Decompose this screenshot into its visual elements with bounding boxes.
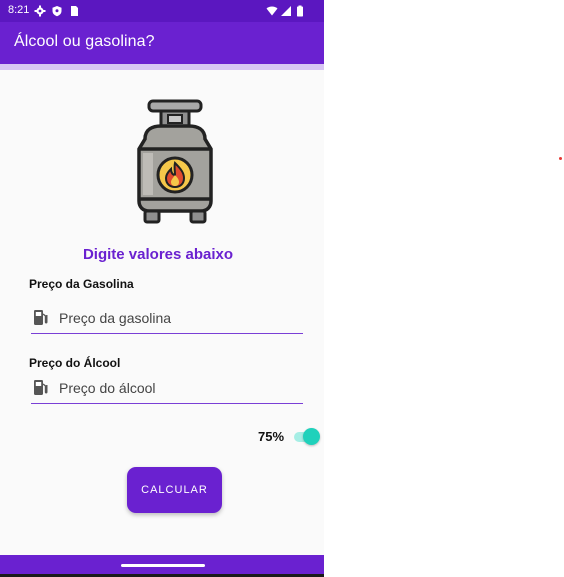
fuel-pump-icon <box>34 310 48 325</box>
app-title: Álcool ou gasolina? <box>14 33 155 50</box>
calcular-button[interactable]: CALCULAR <box>127 467 222 513</box>
status-bar: 8:21 <box>0 0 324 22</box>
gasolina-label: Preço da Gasolina <box>29 277 134 291</box>
shield-icon <box>52 6 62 17</box>
gasolina-field[interactable] <box>31 305 303 334</box>
home-gesture-handle[interactable] <box>121 564 205 567</box>
app-bar-divider <box>0 64 324 70</box>
phone-screen: 8:21 Álcool ou gasolina? Digite valores … <box>0 0 324 577</box>
screen: 8:21 Álcool ou gasolina? Digite valores … <box>0 0 564 577</box>
app-bar: Álcool ou gasolina? <box>0 22 324 64</box>
red-dot <box>559 157 562 160</box>
alcool-input[interactable] <box>59 377 299 399</box>
status-time: 8:21 <box>8 4 30 16</box>
battery-icon <box>297 5 303 17</box>
toggle-label: 75% <box>258 429 285 444</box>
gas-cylinder-icon <box>137 99 213 224</box>
alcool-field[interactable] <box>31 375 303 404</box>
percentage-switch[interactable] <box>292 428 322 446</box>
switch-thumb[interactable] <box>303 428 320 445</box>
fuel-pump-icon <box>34 380 48 395</box>
instructions-heading: Digite valores abaixo <box>82 246 234 263</box>
sim-card-icon <box>71 6 78 16</box>
alcool-label: Preço do Álcool <box>29 356 121 370</box>
wifi-icon <box>266 6 278 16</box>
gasolina-input[interactable] <box>59 307 299 329</box>
signal-icon <box>281 6 291 16</box>
gear-icon <box>34 5 46 17</box>
